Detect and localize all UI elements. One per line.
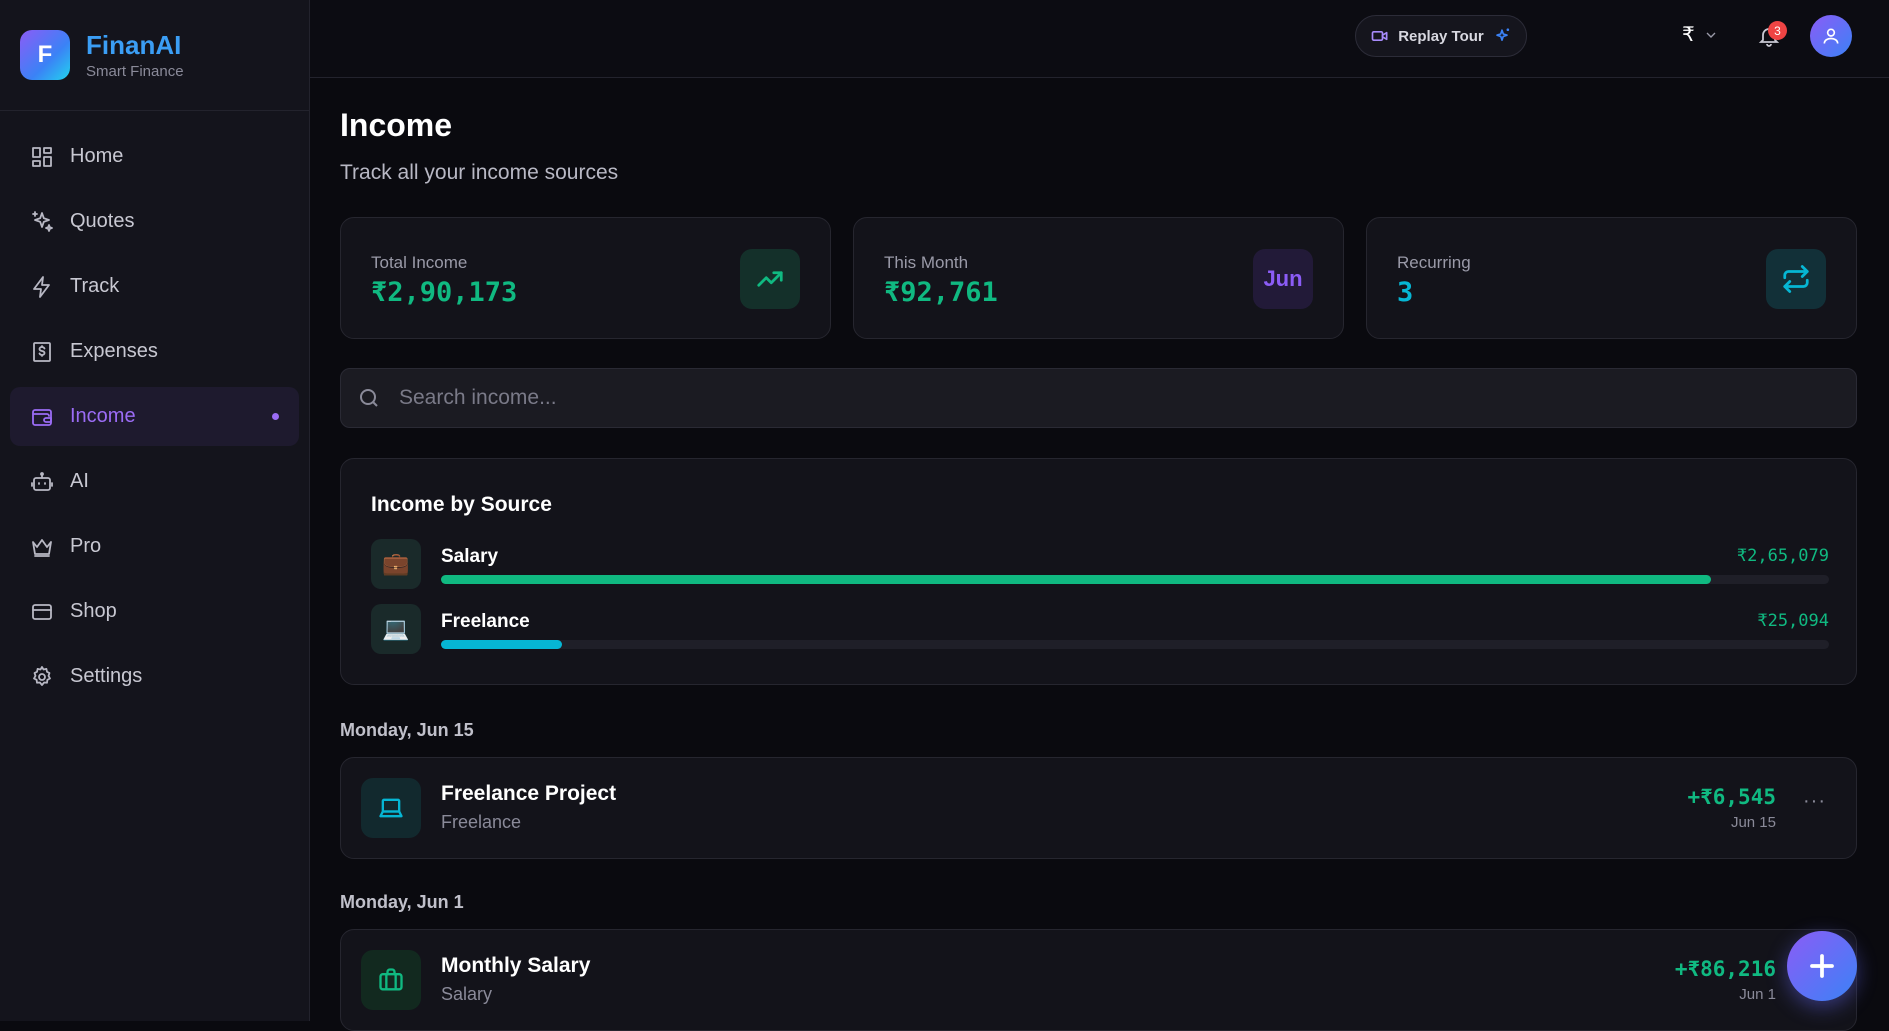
progress-track — [441, 640, 1829, 649]
sidebar-nav: Home Quotes Track Expenses Income AI Pro — [0, 111, 309, 706]
source-row-salary: 💼 Salary ₹2,65,079 — [371, 539, 1829, 591]
add-income-button[interactable] — [1787, 931, 1857, 1001]
page-title: Income — [340, 107, 453, 143]
sidebar-item-label: Track — [70, 275, 120, 297]
transaction-date: Jun 15 — [1730, 814, 1776, 831]
tx-icon — [361, 950, 421, 1010]
sidebar-item-label: Pro — [70, 535, 102, 557]
bolt-icon — [33, 275, 50, 298]
stat-label: Recurring — [1397, 253, 1471, 272]
sidebar-item-label: Settings — [70, 665, 143, 687]
month-badge: Jun — [1253, 249, 1313, 309]
sidebar-item-pro[interactable]: Pro — [10, 517, 299, 576]
plus-icon — [1810, 954, 1834, 978]
repeat-icon — [1783, 265, 1809, 293]
card-icon — [32, 603, 52, 620]
stat-icon — [1766, 249, 1826, 309]
gear-icon — [33, 665, 51, 686]
source-amount: ₹2,65,079 — [1736, 546, 1829, 566]
briefcase-icon: 💼 — [371, 539, 421, 589]
date-group-header: Monday, Jun 1 — [340, 892, 464, 912]
stat-label: Total Income — [371, 253, 468, 272]
transaction-row[interactable]: Monthly Salary Salary +₹86,216 Jun 1 — [340, 929, 1857, 1031]
sidebar-item-ai[interactable]: AI — [10, 452, 299, 511]
wallet-icon — [32, 408, 52, 426]
sparkles-icon — [1495, 28, 1509, 42]
stat-value: 3 — [1397, 277, 1414, 308]
more-options-icon[interactable]: ··· — [1803, 790, 1826, 813]
source-name: Salary — [441, 546, 499, 567]
sidebar-item-shop[interactable]: Shop — [10, 582, 299, 641]
logo: F — [20, 30, 70, 80]
stat-value: ₹92,761 — [884, 277, 998, 308]
stat-value: ₹2,90,173 — [371, 277, 518, 308]
receipt-icon — [33, 341, 51, 362]
sidebar-item-income[interactable]: Income — [10, 387, 299, 446]
user-icon — [1823, 28, 1839, 44]
trending-up-icon — [757, 271, 783, 287]
transaction-title: Freelance Project — [441, 782, 617, 805]
income-by-source-card: Income by Source 💼 Salary ₹2,65,079 💻 Fr… — [340, 458, 1857, 685]
brand-name: FinanAI — [86, 29, 182, 60]
source-row-freelance: 💻 Freelance ₹25,094 — [371, 604, 1829, 656]
stat-card-this-month: This Month ₹92,761 Jun — [853, 217, 1344, 339]
transaction-amount: +₹6,545 — [1687, 785, 1776, 809]
progress-fill — [441, 640, 562, 649]
avatar[interactable] — [1810, 15, 1852, 57]
transaction-category: Salary — [441, 984, 493, 1004]
chevron-down-icon — [1706, 32, 1716, 38]
sidebar-item-label: Home — [70, 145, 124, 167]
laptop-icon: 💻 — [371, 604, 421, 654]
progress-fill — [441, 575, 1712, 584]
sidebar-item-quotes[interactable]: Quotes — [10, 192, 299, 251]
sidebar: F FinanAI Smart Finance Home Quotes Trac… — [0, 0, 310, 1021]
currency-symbol: ₹ — [1682, 24, 1695, 46]
sidebar-item-home[interactable]: Home — [10, 127, 299, 186]
transaction-date: Jun 1 — [1739, 986, 1776, 1003]
stat-card-recurring: Recurring 3 — [1366, 217, 1857, 339]
progress-track — [441, 575, 1829, 584]
sidebar-item-expenses[interactable]: Expenses — [10, 322, 299, 381]
stat-icon — [740, 249, 800, 309]
sidebar-item-label: Expenses — [70, 340, 158, 362]
sidebar-item-label: AI — [70, 470, 89, 492]
tx-icon — [361, 778, 421, 838]
search-bar — [340, 368, 1857, 428]
video-icon — [1371, 31, 1388, 41]
replay-tour-label: Replay Tour — [1398, 27, 1484, 45]
transaction-title: Monthly Salary — [441, 954, 591, 977]
transaction-category: Freelance — [441, 812, 522, 832]
transaction-row[interactable]: Freelance Project Freelance +₹6,545 Jun … — [340, 757, 1857, 859]
sparkles-icon — [32, 210, 53, 232]
sidebar-item-label: Quotes — [70, 210, 135, 232]
active-indicator-dot — [272, 413, 279, 420]
stat-card-total-income: Total Income ₹2,90,173 — [340, 217, 831, 339]
sidebar-item-track[interactable]: Track — [10, 257, 299, 316]
search-icon — [360, 389, 378, 407]
crown-icon — [32, 538, 52, 557]
brand[interactable]: F FinanAI Smart Finance — [0, 0, 309, 111]
replay-tour-button[interactable]: Replay Tour — [1355, 15, 1527, 57]
source-name: Freelance — [441, 611, 530, 632]
section-title: Income by Source — [371, 493, 552, 516]
topbar: Replay Tour ₹ 3 — [310, 0, 1889, 78]
search-input[interactable] — [397, 385, 1701, 411]
sidebar-item-settings[interactable]: Settings — [10, 647, 299, 706]
briefcase-icon — [379, 968, 403, 991]
notification-badge: 3 — [1768, 21, 1787, 40]
stat-label: This Month — [884, 253, 969, 272]
grid-icon — [32, 146, 52, 167]
sidebar-item-label: Shop — [70, 600, 117, 622]
sidebar-item-label: Income — [70, 405, 136, 427]
currency-selector[interactable]: ₹ — [1682, 22, 1719, 47]
brand-tagline: Smart Finance — [86, 62, 184, 80]
date-group-header: Monday, Jun 15 — [340, 720, 474, 740]
page-subtitle: Track all your income sources — [340, 161, 619, 184]
robot-icon — [31, 471, 53, 491]
source-amount: ₹25,094 — [1757, 611, 1829, 631]
laptop-icon — [379, 798, 403, 818]
transaction-amount: +₹86,216 — [1674, 957, 1776, 981]
